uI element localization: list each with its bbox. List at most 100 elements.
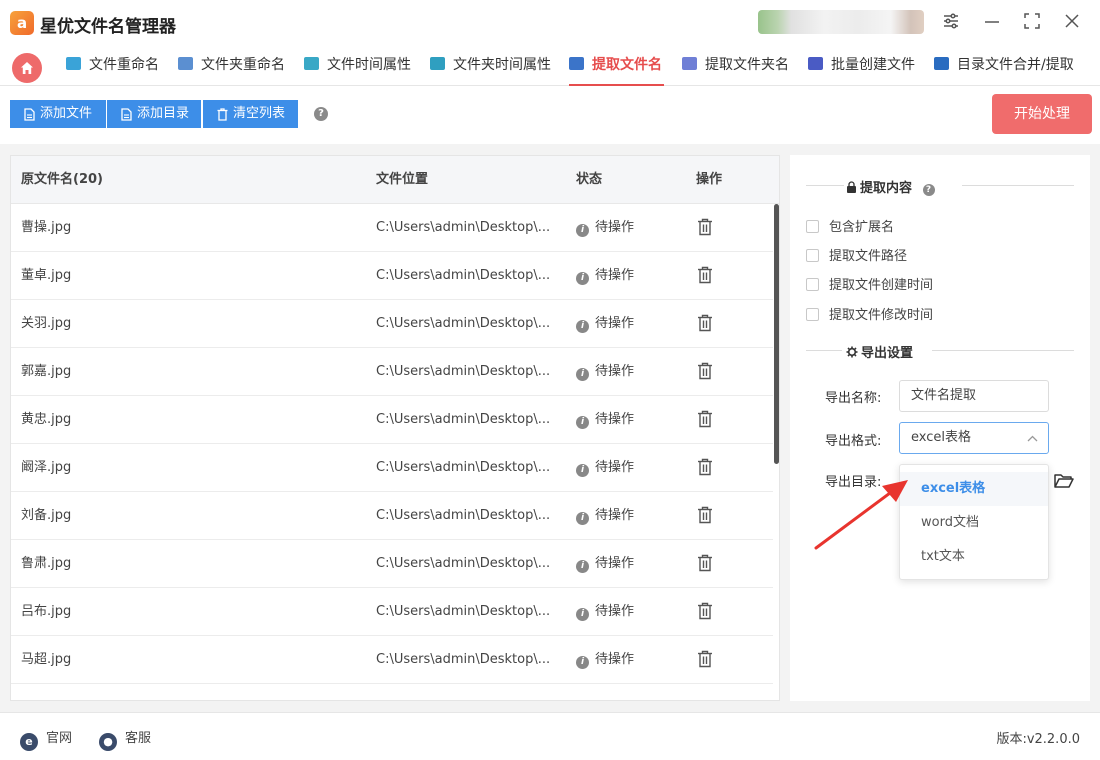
table-row[interactable]: 吕布.jpg C:\Users\admin\Desktop\... i 待操作 xyxy=(11,588,773,636)
file-location-cell: C:\Users\admin\Desktop\... xyxy=(376,652,551,667)
add-directory-button[interactable]: 添加目录 xyxy=(107,100,201,128)
file-table: 原文件名(20) 文件位置 状态 操作 曹操.jpg C:\Users\admin… xyxy=(10,155,780,701)
status-cell: i 待操作 xyxy=(576,444,634,492)
home-button[interactable] xyxy=(12,53,42,83)
format-option-word[interactable]: word文档 xyxy=(900,506,1048,540)
extract-foldername-icon xyxy=(682,57,697,70)
file-icon xyxy=(121,108,132,121)
start-processing-button[interactable]: 开始处理 xyxy=(992,94,1092,134)
file-name-cell: 阚泽.jpg xyxy=(21,460,72,475)
status-cell: i 待操作 xyxy=(576,252,634,300)
user-avatar[interactable] xyxy=(758,10,924,34)
support-label: 客服 xyxy=(125,731,152,746)
file-name-cell: 吕布.jpg xyxy=(21,604,72,619)
option-extract-created-time[interactable]: 提取文件创建时间 xyxy=(806,274,933,293)
tab-extract-foldername[interactable]: 提取文件夹名 xyxy=(682,46,789,86)
delete-icon[interactable] xyxy=(697,314,713,332)
export-name-input[interactable]: 文件名提取 xyxy=(899,380,1049,412)
status-cell: i 待操作 xyxy=(576,300,634,348)
checkbox[interactable] xyxy=(806,220,819,233)
delete-icon[interactable] xyxy=(697,698,713,701)
delete-icon[interactable] xyxy=(697,410,713,428)
file-name-cell: 董卓.jpg xyxy=(21,268,72,283)
table-scrollbar[interactable] xyxy=(774,204,779,464)
clear-list-button[interactable]: 清空列表 xyxy=(203,100,298,128)
option-extract-modified-time[interactable]: 提取文件修改时间 xyxy=(806,304,933,323)
delete-icon[interactable] xyxy=(697,362,713,380)
tab-file-time[interactable]: 文件时间属性 xyxy=(304,46,411,86)
column-header-name[interactable]: 原文件名(20) xyxy=(21,156,103,204)
add-file-button[interactable]: 添加文件 xyxy=(10,100,106,128)
checkbox[interactable] xyxy=(806,278,819,291)
delete-icon[interactable] xyxy=(697,266,713,284)
table-row[interactable]: 郭嘉.jpg C:\Users\admin\Desktop\... i 待操作 xyxy=(11,348,773,396)
tab-bar: 文件重命名 文件夹重命名 文件时间属性 文件夹时间属性 提取文件名 提取文件夹名… xyxy=(0,46,1100,86)
maximize-icon[interactable] xyxy=(1021,12,1043,34)
app-logo: a xyxy=(10,11,34,35)
table-row[interactable]: 马超.jpg C:\Users\admin\Desktop\... i 待操作 xyxy=(11,636,773,684)
tab-folder-rename[interactable]: 文件夹重命名 xyxy=(178,46,285,86)
tab-folder-time[interactable]: 文件夹时间属性 xyxy=(430,46,551,86)
delete-icon[interactable] xyxy=(697,458,713,476)
trash-icon xyxy=(217,108,228,121)
format-option-excel[interactable]: excel表格 xyxy=(900,472,1048,506)
status-cell: i 待操作 xyxy=(576,636,634,684)
tab-file-rename[interactable]: 文件重命名 xyxy=(66,46,159,86)
table-row[interactable] xyxy=(11,684,773,701)
checkbox[interactable] xyxy=(806,249,819,262)
table-row[interactable]: 关羽.jpg C:\Users\admin\Desktop\... i 待操作 xyxy=(11,300,773,348)
settings-icon[interactable] xyxy=(940,12,962,34)
info-icon: i xyxy=(576,272,589,285)
column-header-status[interactable]: 状态 xyxy=(576,156,602,204)
file-name-cell: 刘备.jpg xyxy=(21,508,72,523)
status-text: 待操作 xyxy=(595,460,635,475)
table-row[interactable]: 董卓.jpg C:\Users\admin\Desktop\... i 待操作 xyxy=(11,252,773,300)
tab-batch-create[interactable]: 批量创建文件 xyxy=(808,46,915,86)
help-icon[interactable]: ? xyxy=(314,107,328,121)
help-icon[interactable]: ? xyxy=(922,184,935,196)
app-title: 星优文件名管理器 xyxy=(40,17,176,37)
minimize-icon[interactable] xyxy=(981,12,1003,34)
info-icon: i xyxy=(576,368,589,381)
info-icon: i xyxy=(576,464,589,477)
table-row[interactable]: 刘备.jpg C:\Users\admin\Desktop\... i 待操作 xyxy=(11,492,773,540)
export-settings-heading: 导出设置 xyxy=(846,342,913,361)
option-extract-path[interactable]: 提取文件路径 xyxy=(806,245,907,264)
option-label: 提取文件修改时间 xyxy=(829,308,934,323)
delete-icon[interactable] xyxy=(697,218,713,236)
delete-icon[interactable] xyxy=(697,554,713,572)
option-include-extension[interactable]: 包含扩展名 xyxy=(806,216,894,235)
file-time-icon xyxy=(304,57,319,70)
tab-label: 文件重命名 xyxy=(89,57,159,73)
table-row[interactable]: 阚泽.jpg C:\Users\admin\Desktop\... i 待操作 xyxy=(11,444,773,492)
status-text: 待操作 xyxy=(595,316,635,331)
info-icon: i xyxy=(576,560,589,573)
export-format-select[interactable]: excel表格 xyxy=(899,422,1049,454)
tab-extract-filename[interactable]: 提取文件名 xyxy=(569,46,664,86)
tab-merge-extract[interactable]: 目录文件合并/提取 xyxy=(934,46,1074,86)
status-cell: i 待操作 xyxy=(576,588,634,636)
delete-icon[interactable] xyxy=(697,602,713,620)
info-icon: i xyxy=(576,224,589,237)
divider xyxy=(806,350,842,351)
delete-icon[interactable] xyxy=(697,506,713,524)
website-link[interactable]: e 官网 xyxy=(20,727,72,751)
checkbox[interactable] xyxy=(806,308,819,321)
table-row[interactable]: 曹操.jpg C:\Users\admin\Desktop\... i 待操作 xyxy=(11,204,773,252)
close-icon[interactable] xyxy=(1061,12,1083,34)
table-row[interactable]: 鲁肃.jpg C:\Users\admin\Desktop\... i 待操作 xyxy=(11,540,773,588)
delete-icon[interactable] xyxy=(697,650,713,668)
status-cell: i 待操作 xyxy=(576,540,634,588)
column-header-location[interactable]: 文件位置 xyxy=(376,156,428,204)
format-option-txt[interactable]: txt文本 xyxy=(900,540,1048,574)
rename-folder-icon xyxy=(178,57,193,70)
lock-icon xyxy=(847,181,856,193)
table-row[interactable]: 黄忠.jpg C:\Users\admin\Desktop\... i 待操作 xyxy=(11,396,773,444)
file-name-cell: 马超.jpg xyxy=(21,652,72,667)
settings-panel: 提取内容 ? 包含扩展名 提取文件路径 提取文件创建时间 提取文件修改时间 导出… xyxy=(790,155,1090,701)
file-location-cell: C:\Users\admin\Desktop\... xyxy=(376,604,551,619)
add-file-label: 添加文件 xyxy=(40,106,93,121)
status-cell: i 待操作 xyxy=(576,348,634,396)
info-icon: i xyxy=(576,656,589,669)
support-link[interactable]: ● 客服 xyxy=(99,727,151,751)
